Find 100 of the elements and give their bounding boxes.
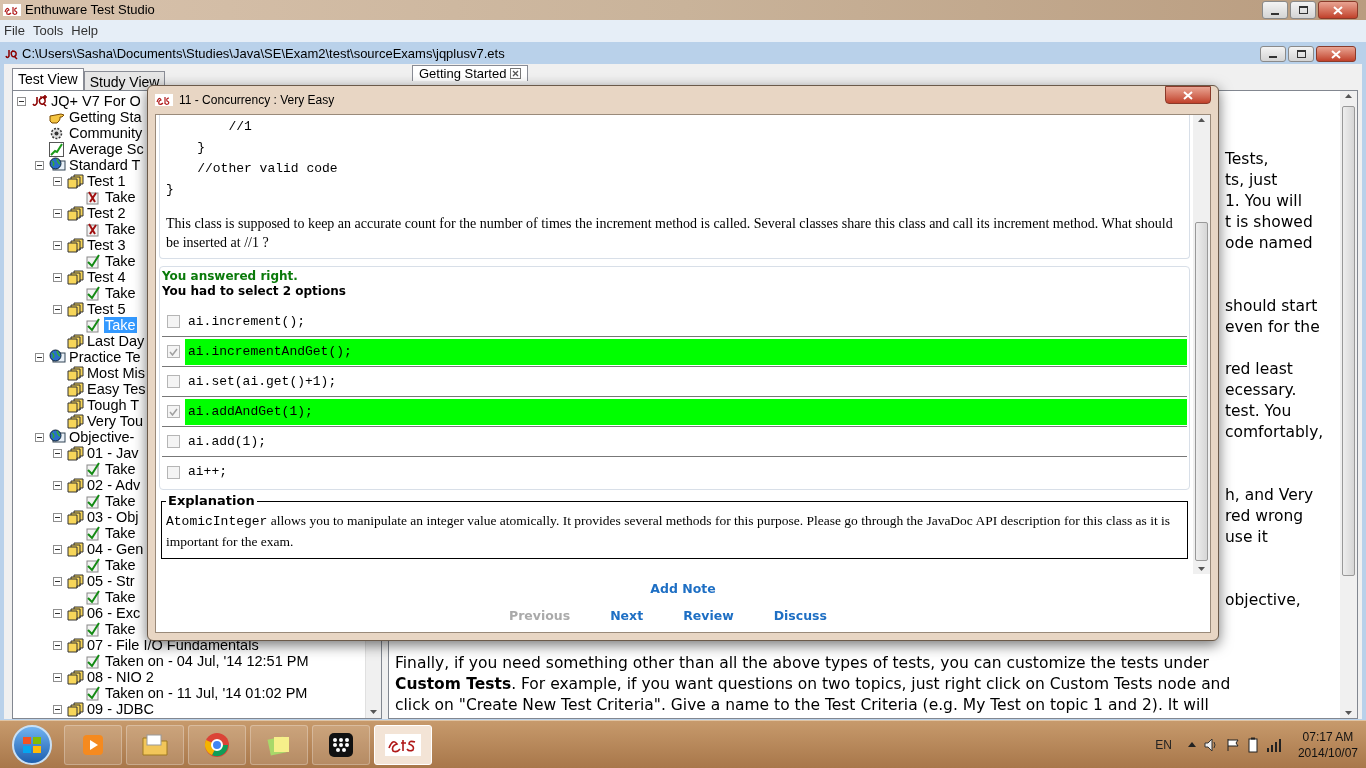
tree-item[interactable]: Taken on - 11 Jul, '14 01:02 PM (104, 685, 309, 701)
check-mark-icon (85, 461, 101, 477)
expander-toggle[interactable] (53, 608, 62, 618)
maximize-button[interactable] (1290, 1, 1316, 19)
swirl-logo-icon (385, 733, 421, 756)
expander-toggle[interactable] (53, 672, 62, 682)
scroll-thumb[interactable] (1195, 222, 1208, 561)
language-indicator[interactable]: EN (1155, 735, 1172, 754)
tree-item[interactable]: Getting Sta (68, 109, 143, 125)
add-note-link[interactable]: Add Note (650, 579, 716, 599)
menu-item[interactable]: Help (71, 21, 99, 41)
tree-item[interactable]: Take (104, 221, 137, 237)
battery-icon[interactable] (1247, 736, 1258, 753)
maximize-button[interactable] (1288, 46, 1314, 62)
tree-item[interactable]: 04 - Gen (86, 541, 145, 557)
minimize-button[interactable] (1262, 1, 1288, 19)
expander-toggle[interactable] (53, 272, 62, 282)
tree-item[interactable]: 03 - Obj (86, 509, 140, 525)
option-checkbox[interactable] (167, 345, 180, 358)
expander-toggle[interactable] (53, 704, 62, 714)
start-button[interactable] (12, 724, 52, 765)
expander-toggle[interactable] (17, 96, 26, 106)
tree-item[interactable]: JQ+ V7 For O (50, 93, 142, 109)
tree-item[interactable]: 01 - Jav (86, 445, 140, 461)
tree-item[interactable]: Test 5 (86, 301, 127, 317)
tree-item[interactable]: Take (104, 461, 137, 477)
tree-item[interactable]: Most Mis (86, 365, 146, 381)
tree-item[interactable]: Take (104, 285, 137, 301)
expander-toggle[interactable] (35, 160, 44, 170)
speaker-icon[interactable] (1203, 737, 1218, 752)
view-tab[interactable]: Test View (12, 68, 84, 90)
expander-toggle[interactable] (53, 304, 62, 314)
nav-link[interactable]: Discuss (773, 607, 827, 626)
show-hidden-icons-icon[interactable] (1187, 742, 1196, 747)
scrollbar[interactable] (1340, 91, 1357, 718)
tree-item[interactable]: Objective- (68, 429, 136, 445)
minimize-button[interactable] (1260, 46, 1286, 62)
tree-item[interactable]: Average Sc (68, 141, 145, 157)
tree-item[interactable]: Test 1 (86, 173, 127, 189)
close-button[interactable] (1316, 46, 1356, 62)
option-checkbox[interactable] (167, 465, 180, 479)
tree-item[interactable]: Take (104, 621, 137, 637)
tree-item[interactable]: Take (104, 253, 137, 269)
expander-toggle[interactable] (53, 640, 62, 650)
scroll-thumb[interactable] (1342, 106, 1355, 576)
document-tab[interactable]: Getting Started (412, 65, 529, 81)
expander-toggle[interactable] (53, 448, 62, 458)
tree-item[interactable]: 06 - Exc (86, 605, 142, 621)
tree-item[interactable]: 08 - NIO 2 (86, 669, 155, 685)
expander-toggle[interactable] (35, 432, 44, 442)
tree-item[interactable]: Community (68, 125, 144, 141)
close-button[interactable] (1165, 86, 1211, 104)
document-stack-icon (67, 413, 84, 429)
tree-item[interactable]: Tough T (86, 397, 141, 413)
clock[interactable]: 07:17 AM 2014/10/07 (1297, 728, 1358, 761)
tree-item[interactable]: Practice Te (68, 349, 142, 365)
scrollbar[interactable] (1193, 115, 1210, 574)
tree-item[interactable]: Taken on - 04 Jul, '14 12:51 PM (104, 653, 310, 669)
tree-item[interactable]: Standard T (68, 157, 142, 173)
expander-toggle[interactable] (53, 512, 62, 522)
tree-item[interactable]: Take (104, 557, 137, 573)
close-button[interactable] (1318, 1, 1358, 19)
expander-toggle[interactable] (35, 352, 44, 362)
tree-item[interactable]: Take (104, 493, 137, 509)
expander-toggle[interactable] (53, 240, 62, 250)
expander-toggle[interactable] (53, 480, 62, 490)
expander-toggle[interactable] (53, 544, 62, 554)
tree-item[interactable]: Take (104, 525, 137, 541)
tree-item[interactable]: Test 3 (86, 237, 127, 253)
flag-icon[interactable] (1225, 737, 1240, 752)
signal-bars-icon[interactable] (1265, 737, 1282, 752)
option-checkbox[interactable] (167, 375, 180, 388)
tree-item[interactable]: Test 2 (86, 205, 127, 221)
nav-link[interactable]: Review (683, 607, 734, 626)
tree-item[interactable]: Easy Tes (86, 381, 147, 397)
taskbar-app-button[interactable] (374, 724, 432, 765)
tab-close-icon[interactable] (510, 68, 522, 79)
menu-item[interactable]: File (4, 21, 25, 41)
nav-link[interactable]: Next (610, 607, 644, 626)
option-text: ai++; (187, 463, 228, 482)
tree-item[interactable]: 02 - Adv (86, 477, 142, 493)
option-checkbox[interactable] (167, 435, 180, 448)
menu-item[interactable]: Tools (32, 21, 64, 41)
tree-item[interactable]: Take (104, 589, 137, 605)
expander-toggle[interactable] (53, 208, 62, 218)
tree-item[interactable]: 09 - JDBC (86, 701, 155, 717)
option-checkbox[interactable] (167, 315, 180, 328)
check-mark-icon (85, 589, 101, 605)
tree-item[interactable]: Very Tou (86, 413, 145, 429)
tree-item[interactable]: 05 - Str (86, 573, 136, 589)
close-icon (1331, 49, 1341, 59)
expander-toggle[interactable] (53, 176, 62, 186)
taskbar-app-button[interactable] (312, 724, 370, 765)
option-checkbox[interactable] (167, 405, 180, 418)
tree-item[interactable]: Take (104, 189, 137, 205)
expander-toggle[interactable] (53, 576, 62, 586)
restore-icon (1298, 6, 1308, 14)
tree-item[interactable]: Last Day (86, 333, 146, 349)
tree-item[interactable]: Test 4 (86, 269, 127, 285)
option-text: ai.addAndGet(1); (185, 398, 1187, 425)
